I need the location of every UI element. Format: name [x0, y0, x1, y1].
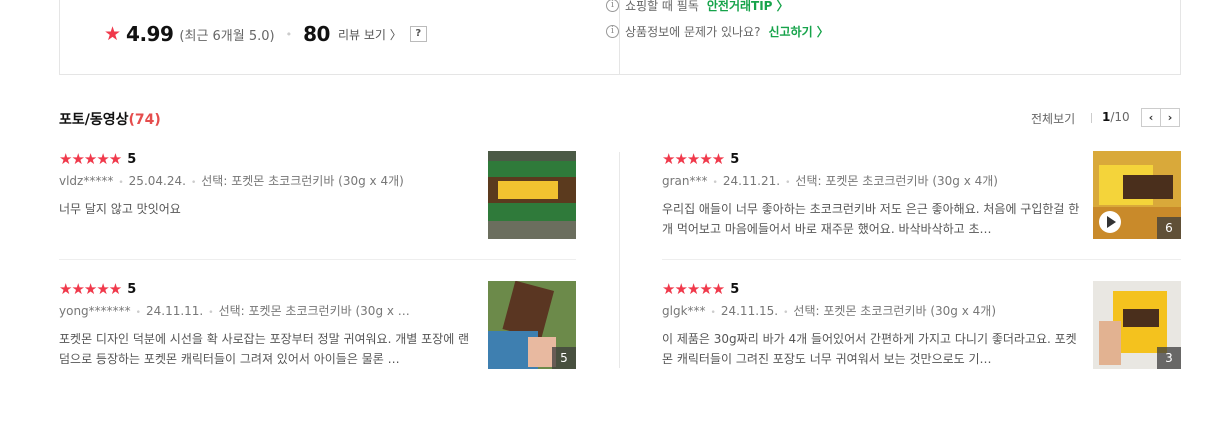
next-page-button[interactable]: ›: [1160, 108, 1180, 127]
review-rating: ★★★★★ 5: [662, 151, 739, 167]
page-total: /10: [1110, 110, 1130, 124]
rating-stars: ★★★★★: [59, 149, 122, 168]
review-item[interactable]: ★★★★★ 5 yong******* • 24.11.11. • 선택: 포켓몬 초코…: [59, 281, 576, 371]
review-photo-thumbnail[interactable]: [488, 151, 576, 239]
rating-score: 5: [127, 281, 137, 297]
section-title-text: 포토/동영상: [59, 112, 129, 128]
view-all-link[interactable]: 전체보기: [1031, 110, 1075, 127]
row-divider: [662, 259, 1181, 260]
notice-report: i 상품정보에 문제가 있나요? 신고하기 〉: [606, 23, 829, 40]
section-count: (74): [128, 112, 161, 128]
recent-score: (최근 6개월 5.0): [179, 28, 275, 44]
review-text: 포켓몬 디자인 덕분에 시선을 확 사로잡는 포장부터 정말 귀여워요. 개별 …: [59, 332, 470, 366]
play-icon[interactable]: [1099, 211, 1121, 233]
review-option: 선택: 포켓몬 초코크런키바 (30g x …: [218, 304, 410, 318]
rating-stars: ★★★★★: [662, 279, 725, 298]
rating-stars: ★★★★★: [662, 149, 725, 168]
info-icon: i: [606, 0, 619, 12]
review-text: 너무 달지 않고 맛잇어요: [59, 202, 181, 216]
review-item[interactable]: ★★★★★ 5 gran*** • 24.11.21. • 선택: 포켓몬 초코크런키바…: [662, 151, 1181, 241]
photo-count-badge: 3: [1157, 347, 1181, 369]
rating-score: 5: [127, 151, 137, 167]
column-divider: [619, 152, 620, 368]
photo-thumbnail-icon: [488, 151, 576, 239]
review-view-link[interactable]: 리뷰 보기 〉: [338, 26, 402, 43]
review-text: 우리집 애들이 너무 좋아하는 초코크런키바 저도 은근 좋아해요. 처음에 구…: [662, 202, 1080, 236]
review-date: 24.11.21.: [722, 174, 781, 188]
star-icon: ★: [104, 22, 122, 45]
review-item[interactable]: ★★★★★ 5 glgk*** • 24.11.15. • 선택: 포켓몬 초코크런키바…: [662, 281, 1181, 371]
review-option: 선택: 포켓몬 초코크런키바 (30g x 4개): [201, 174, 404, 188]
photo-count-badge: 6: [1157, 217, 1181, 239]
row-divider: [59, 259, 576, 260]
review-option: 선택: 포켓몬 초코크런키바 (30g x 4개): [793, 304, 997, 318]
separator-dot: •: [285, 27, 293, 41]
reviewer-id: vldz*****: [59, 174, 114, 188]
review-text: 이 제품은 30g짜리 바가 4개 들어있어서 간편하게 가지고 다니기 좋더라…: [662, 332, 1077, 366]
photo-count-badge: 5: [552, 347, 576, 369]
notice-text: 상품정보에 문제가 있나요?: [625, 25, 761, 39]
pager-separator: [1091, 113, 1092, 123]
average-score: 4.99: [126, 22, 174, 46]
reviewer-id: glgk***: [662, 304, 706, 318]
rating-score: 5: [730, 281, 740, 297]
section-title: 포토/동영상(74): [59, 109, 161, 129]
review-meta: glgk*** • 24.11.15. • 선택: 포켓몬 초코크런키바 (30g x …: [662, 304, 997, 318]
review-photo-thumbnail[interactable]: 5: [488, 281, 576, 369]
review-date: 24.11.11.: [145, 304, 204, 318]
review-meta: gran*** • 24.11.21. • 선택: 포켓몬 초코크런키바 (30g x …: [662, 174, 998, 188]
review-meta: vldz***** • 25.04.24. • 선택: 포켓몬 초코크런키바 (30g …: [59, 174, 404, 188]
pager-indicator: 1/10: [1102, 110, 1130, 124]
notice-text: 쇼핑할 때 필독: [625, 0, 699, 13]
rating-line: ★ 4.99 (최근 6개월 5.0) • 80 리뷰 보기 〉 ?: [104, 22, 427, 46]
help-button[interactable]: ?: [409, 26, 427, 42]
reviewer-id: yong*******: [59, 304, 131, 318]
review-rating: ★★★★★ 5: [662, 281, 739, 297]
safe-trade-tip-link[interactable]: 안전거래TIP 〉: [707, 0, 789, 14]
review-meta: yong******* • 24.11.11. • 선택: 포켓몬 초코크런키바 (30…: [59, 304, 410, 318]
review-photo-thumbnail[interactable]: 3: [1093, 281, 1181, 369]
review-rating: ★★★★★ 5: [59, 151, 136, 167]
reviewer-id: gran***: [662, 174, 708, 188]
review-date: 25.04.24.: [128, 174, 186, 188]
prev-page-button[interactable]: ‹: [1141, 108, 1161, 127]
review-rating: ★★★★★ 5: [59, 281, 136, 297]
review-option: 선택: 포켓몬 초코크런키바 (30g x 4개): [795, 174, 998, 188]
review-video-thumbnail[interactable]: 6: [1093, 151, 1181, 239]
notice-safe-trade: i 쇼핑할 때 필독 안전거래TIP 〉: [606, 0, 789, 14]
review-date: 24.11.15.: [720, 304, 779, 318]
rating-score: 5: [730, 151, 740, 167]
review-count: 80: [303, 22, 330, 46]
rating-stars: ★★★★★: [59, 279, 122, 298]
report-link[interactable]: 신고하기 〉: [768, 23, 828, 40]
info-icon: i: [606, 25, 619, 38]
review-item[interactable]: ★★★★★ 5 vldz***** • 25.04.24. • 선택: 포켓몬 초코크런…: [59, 151, 576, 241]
